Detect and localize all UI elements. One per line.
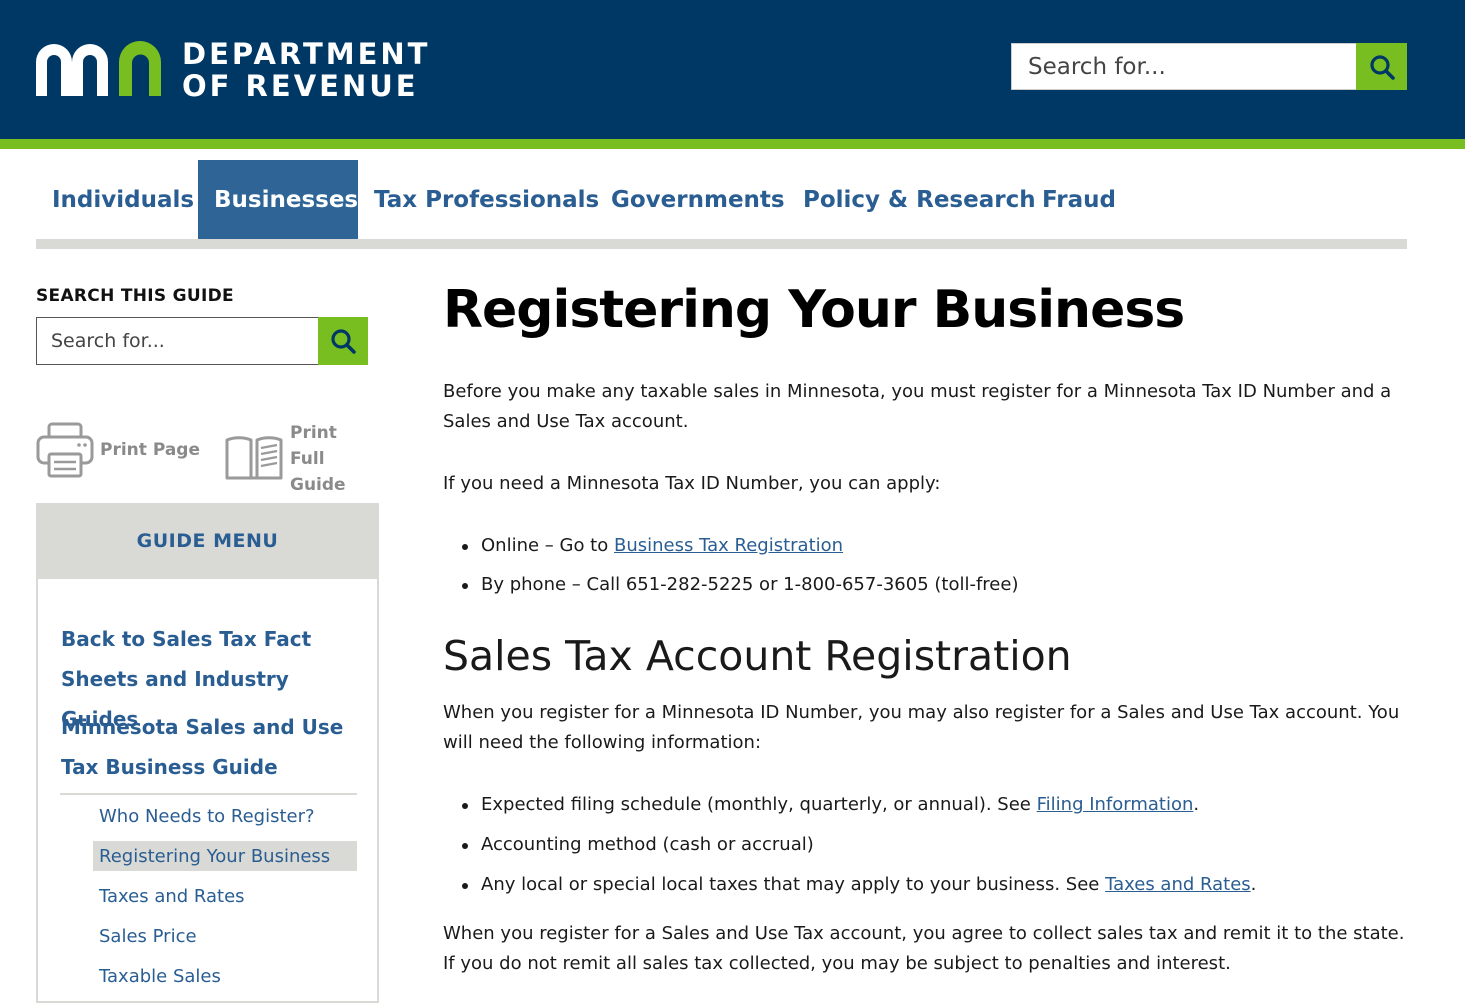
local-suffix: . [1250, 874, 1257, 895]
list-item: Expected filing schedule (monthly, quart… [443, 790, 1256, 820]
print-full-guide-label: Print Full Guide [290, 420, 386, 498]
header-search-button[interactable] [1356, 43, 1407, 90]
taxes-and-rates-link[interactable]: Taxes and Rates [1105, 874, 1251, 895]
filing-suffix: . [1193, 794, 1200, 815]
nav-individuals[interactable]: Individuals [36, 160, 198, 239]
header-search [1011, 43, 1407, 90]
apply-list: Online – Go to Business Tax Registration… [443, 531, 1018, 600]
apply-paragraph: If you need a Minnesota Tax ID Number, y… [443, 473, 941, 494]
menu-divider [60, 793, 357, 795]
menu-link-business-guide[interactable]: Minnesota Sales and Use Tax Business Gui… [61, 707, 361, 787]
guide-search-button[interactable] [318, 317, 368, 365]
site-header: DEPARTMENT OF REVENUE [0, 0, 1465, 139]
nav-policy-research[interactable]: Policy & Research [787, 160, 1036, 239]
intro-paragraph: Before you make any taxable sales in Min… [443, 381, 1392, 432]
guide-search [36, 317, 368, 365]
printer-icon [36, 422, 94, 478]
print-full-guide-line-2: Full Guide [290, 449, 346, 495]
list-item: Accounting method (cash or accrual) [443, 830, 1256, 860]
search-icon [1369, 54, 1395, 80]
header-search-input[interactable] [1011, 43, 1356, 90]
nav-governments[interactable]: Governments [595, 160, 787, 239]
filing-prefix: Expected filing schedule (monthly, quart… [481, 794, 1037, 815]
list-item: By phone – Call 651-282-5225 or 1-800-65… [443, 570, 1018, 600]
guide-search-input[interactable] [36, 317, 318, 365]
section-intro-paragraph: When you register for a Minnesota ID Num… [443, 702, 1400, 753]
search-icon [331, 329, 356, 354]
accounting-text: Accounting method (cash or accrual) [481, 834, 814, 855]
print-full-guide-button[interactable]: Print Full Guide [224, 420, 386, 498]
main-nav: Individuals Businesses Tax Professionals… [36, 160, 1407, 239]
info-list: Expected filing schedule (monthly, quart… [443, 790, 1256, 900]
logo-line-1: DEPARTMENT [182, 37, 431, 71]
menu-sub-sales-price[interactable]: Sales Price [93, 921, 357, 951]
header-accent-stripe [0, 139, 1465, 149]
menu-sub-taxes-and-rates[interactable]: Taxes and Rates [93, 881, 357, 911]
online-prefix: Online – Go to [481, 535, 614, 556]
phone-text: By phone – Call 651-282-5225 or 1-800-65… [481, 574, 1019, 595]
guide-menu: GUIDE MENU Back to Sales Tax Fact Sheets… [36, 503, 379, 1003]
print-full-guide-line-1: Print [290, 423, 337, 443]
section-heading: Sales Tax Account Registration [443, 632, 1072, 680]
print-page-label: Print Page [100, 440, 200, 460]
logo-text: DEPARTMENT OF REVENUE [182, 38, 430, 102]
mn-logo[interactable] [36, 40, 164, 96]
filing-information-link[interactable]: Filing Information [1037, 794, 1194, 815]
list-item: Any local or special local taxes that ma… [443, 870, 1256, 900]
nav-divider [36, 239, 1407, 249]
page-title: Registering Your Business [443, 280, 1185, 340]
logo-line-2: OF REVENUE [182, 69, 419, 103]
guide-menu-title: GUIDE MENU [36, 503, 379, 579]
business-tax-registration-link[interactable]: Business Tax Registration [614, 535, 843, 556]
menu-sub-registering-your-business[interactable]: Registering Your Business [93, 841, 357, 871]
menu-sub-taxable-sales[interactable]: Taxable Sales [93, 961, 357, 991]
guide-search-title: SEARCH THIS GUIDE [36, 286, 234, 306]
menu-sub-who-needs-to-register[interactable]: Who Needs to Register? [93, 801, 357, 831]
print-page-button[interactable]: Print Page [36, 421, 200, 479]
book-icon [225, 436, 283, 480]
nav-tax-professionals[interactable]: Tax Professionals [358, 160, 599, 239]
nav-fraud[interactable]: Fraud [1026, 160, 1126, 239]
closing-paragraph: When you register for a Sales and Use Ta… [443, 923, 1405, 974]
list-item: Online – Go to Business Tax Registration [443, 531, 1018, 561]
nav-businesses[interactable]: Businesses [198, 160, 358, 239]
local-prefix: Any local or special local taxes that ma… [481, 874, 1106, 895]
